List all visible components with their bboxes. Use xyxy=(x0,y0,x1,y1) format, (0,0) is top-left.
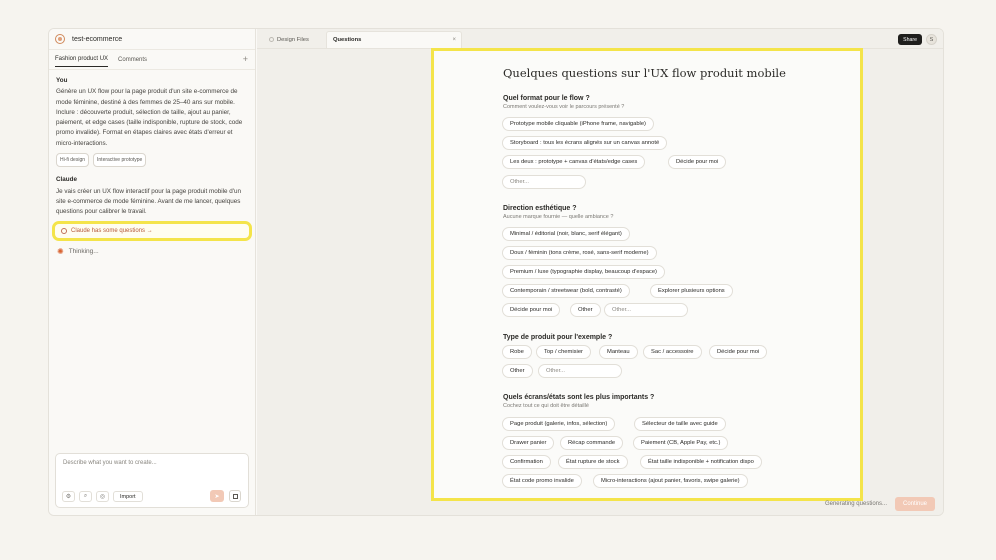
question-title: Direction esthétique ? xyxy=(503,205,577,212)
clock-icon xyxy=(61,227,67,234)
option-other[interactable]: Other xyxy=(570,303,601,317)
tab-questions[interactable]: Questions × xyxy=(326,31,462,48)
add-tab-icon[interactable]: + xyxy=(243,54,248,64)
option-premium[interactable]: Premium / luxe (typographie display, bea… xyxy=(502,265,665,279)
option-payment[interactable]: Paiement (CB, Apple Pay, etc.) xyxy=(633,436,729,450)
thinking-label: Thinking... xyxy=(68,247,99,255)
option-cart-drawer[interactable]: Drawer panier xyxy=(502,436,555,450)
composer: Describe what you want to create... ⚙ ⌕ … xyxy=(55,453,249,508)
tab-comments[interactable]: Comments xyxy=(118,53,147,67)
file-tabs: Design Files Questions × Share S xyxy=(257,29,943,49)
option-confirmation[interactable]: Confirmation xyxy=(502,455,551,469)
generating-status: Generating questions... xyxy=(824,501,887,507)
option-robe[interactable]: Robe xyxy=(502,345,532,359)
workspace: Design Files Questions × Share S Quelque… xyxy=(257,29,943,515)
question-title: Type de produit pour l'exemple ? xyxy=(503,334,613,341)
question-subtitle: Cochez tout ce qui doit être détaillé xyxy=(503,403,589,409)
visibility-icon[interactable]: ◎ xyxy=(96,491,109,502)
continue-button[interactable]: Continue xyxy=(895,497,935,511)
option-both[interactable]: Les deux : prototype + canvas d'états/ed… xyxy=(502,155,646,169)
question-subtitle: Comment voulez-vous voir le parcours pré… xyxy=(503,104,625,110)
option-streetwear[interactable]: Contemporain / streetwear (bold, contras… xyxy=(502,284,630,298)
option-micro-interactions[interactable]: Micro-interactions (ajout panier, favori… xyxy=(593,474,748,488)
questions-link[interactable]: Claude has some questions → xyxy=(52,220,252,241)
question-aesthetic: Direction esthétique ? Aucune marque fou… xyxy=(503,205,613,220)
project-logo-icon xyxy=(55,34,65,44)
stop-button[interactable] xyxy=(229,490,241,502)
spark-icon: ✺ xyxy=(57,246,64,256)
question-subtitle: Aucune marque fournie — quelle ambiance … xyxy=(503,214,614,220)
question-format: Quel format pour le flow ? Comment voule… xyxy=(503,95,624,110)
tab-questions-label: Questions xyxy=(333,37,362,43)
option-soft[interactable]: Doux / féminin (tons crème, rosé, sans-s… xyxy=(502,246,657,260)
other-input[interactable]: Other... xyxy=(502,175,586,189)
avatar[interactable]: S xyxy=(926,34,937,45)
questions-link-label: Claude has some questions → xyxy=(71,227,153,234)
questions-form: Quelques questions sur l'UX flow produit… xyxy=(431,48,863,501)
question-title: Quel format pour le flow ? xyxy=(503,95,590,102)
claude-label: Claude xyxy=(56,176,77,184)
option-product-page[interactable]: Page produit (galerie, infos, sélection) xyxy=(502,417,616,431)
tab-design-files-label: Design Files xyxy=(277,36,309,43)
close-tab-icon[interactable]: × xyxy=(452,37,456,43)
option-manteau[interactable]: Manteau xyxy=(599,345,638,359)
claude-message: Claude Je vais créer un UX flow interact… xyxy=(49,167,255,217)
settings-icon[interactable]: ⚙ xyxy=(62,491,75,502)
option-decide-for-me[interactable]: Décide pour moi xyxy=(709,345,768,359)
option-top[interactable]: Top / chemisier xyxy=(536,345,591,359)
other-input[interactable]: Other... xyxy=(538,364,622,378)
option-other[interactable]: Other xyxy=(502,364,533,378)
send-button[interactable]: ➤ xyxy=(210,490,224,502)
chip-interactive-prototype: Interactive prototype xyxy=(93,153,147,168)
option-decide-for-me[interactable]: Décide pour moi xyxy=(668,155,727,169)
tab-fashion-product-ux[interactable]: Fashion product UX xyxy=(55,52,109,67)
option-decide-for-me[interactable]: Décide pour moi xyxy=(502,303,561,317)
attach-icon[interactable]: ⌕ xyxy=(79,491,92,502)
stop-icon xyxy=(232,493,238,499)
project-header[interactable]: test-ecommerce xyxy=(49,29,255,50)
tab-design-files[interactable]: Design Files xyxy=(263,31,326,48)
option-explore[interactable]: Explorer plusieurs options xyxy=(650,284,733,298)
option-invalid-promo[interactable]: État code promo invalide xyxy=(502,474,582,488)
option-order-recap[interactable]: Récap commande xyxy=(560,436,624,450)
composer-input[interactable]: Describe what you want to create... xyxy=(63,460,157,466)
option-size-selector[interactable]: Sélecteur de taille avec guide xyxy=(634,417,726,431)
option-size-unavailable[interactable]: État taille indisponible + notification … xyxy=(640,455,762,469)
option-sac[interactable]: Sac / accessoire xyxy=(643,345,702,359)
chat-panel: test-ecommerce Fashion product UX Commen… xyxy=(49,29,256,515)
option-out-of-stock[interactable]: État rupture de stock xyxy=(558,455,628,469)
user-message: You Génère un UX flow pour la page produ… xyxy=(49,70,255,168)
question-screens: Quels écrans/états sont les plus importa… xyxy=(503,394,654,409)
option-minimal[interactable]: Minimal / éditorial (noir, blanc, serif … xyxy=(502,227,630,241)
option-storyboard[interactable]: Storyboard : tous les écrans alignés sur… xyxy=(502,136,668,150)
form-title: Quelques questions sur l'UX flow produit… xyxy=(503,66,786,80)
thinking-indicator: ✺ Thinking... xyxy=(49,238,255,256)
chat-tabs: Fashion product UX Comments + xyxy=(49,50,255,70)
app-window: test-ecommerce Fashion product UX Commen… xyxy=(48,28,944,516)
import-button[interactable]: Import xyxy=(113,491,143,502)
share-button[interactable]: Share xyxy=(898,34,922,45)
question-title: Quels écrans/états sont les plus importa… xyxy=(503,394,655,401)
other-input[interactable]: Other... xyxy=(604,303,688,317)
user-message-text: Génère un UX flow pour la page produit d… xyxy=(56,88,243,147)
question-product-type: Type de produit pour l'exemple ? xyxy=(503,334,612,341)
user-label: You xyxy=(56,77,68,84)
chip-hifi-design: Hi-fi design xyxy=(56,153,90,168)
file-icon xyxy=(269,37,274,42)
footer-bar: Generating questions... Continue xyxy=(257,493,943,515)
project-name: test-ecommerce xyxy=(72,35,123,43)
option-prototype[interactable]: Prototype mobile cliquable (iPhone frame… xyxy=(502,117,654,131)
claude-message-text: Je vais créer un UX flow interactif pour… xyxy=(56,187,241,216)
